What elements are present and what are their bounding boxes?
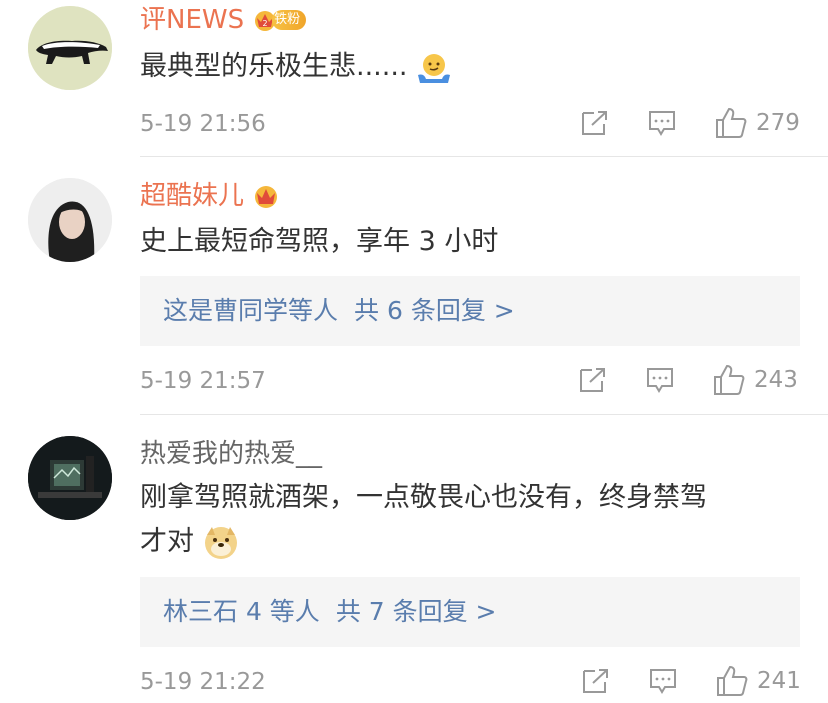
forward-button[interactable] [580,109,610,137]
reply-summary-text: 这是曹同学等人共 6 条回复 > [163,276,515,346]
reply-count-link[interactable]: 共 7 条回复 > [336,597,497,626]
comment-text-content: 最典型的乐极生悲...... [140,51,408,82]
avatar[interactable] [28,436,112,520]
doge-emoji-icon [204,526,237,559]
comment-button[interactable] [648,667,678,695]
forward-button[interactable] [581,667,611,695]
comment-button[interactable] [647,109,677,137]
avatar[interactable] [28,178,112,262]
crown-icon [255,186,278,208]
share-icon [580,368,605,392]
comment-icon [649,111,675,136]
reply-users: 林三石 4 等人 [163,597,320,626]
username[interactable]: 热爱我的热爱__ [140,438,322,470]
fan-badge: 铁粉 [272,10,307,30]
honey-badger-avatar-icon [28,6,112,90]
comment-text: 刚拿驾照就酒架，一点敬畏心也没有，终身禁驾 才对 [140,476,800,564]
comment-text-content: 才对 [140,526,194,557]
like-count: 243 [754,367,798,393]
timestamp: 5-19 21:22 [140,669,266,695]
like-count: 241 [757,668,801,694]
share-icon [582,111,607,135]
reply-summary-box[interactable]: 林三石 4 等人共 7 条回复 > [140,577,800,647]
comment-button[interactable] [645,366,675,394]
like-button[interactable]: 241 [715,664,801,698]
reply-summary-box[interactable]: 这是曹同学等人共 6 条回复 > [140,276,800,346]
timestamp: 5-19 21:56 [140,111,266,137]
vip-badge [252,182,280,210]
thumbs-up-icon [714,364,745,395]
svg-text:2: 2 [263,19,268,28]
like-button[interactable]: 243 [712,363,798,397]
user-photo-avatar-icon [28,178,112,262]
like-button[interactable]: 279 [714,106,800,140]
vip-badge: 2 铁粉 [252,8,307,32]
divider [140,156,828,157]
comment-text: 史上最短命驾照，享年 3 小时 [140,226,499,257]
comment-text-line-2: 才对 [140,520,800,564]
username[interactable]: 评NEWS [140,4,244,36]
thumbs-up-icon [717,665,748,696]
timestamp: 5-19 21:57 [140,368,266,394]
divider [140,414,828,415]
thumbs-up-icon [716,107,747,138]
shrug-emoji-icon [418,53,451,83]
night-scene-avatar-icon [28,436,112,520]
avatar[interactable] [28,6,112,90]
reply-summary-text: 林三石 4 等人共 7 条回复 > [163,577,497,647]
comment-text: 最典型的乐极生悲...... [140,45,800,89]
reply-users: 这是曹同学等人 [163,296,339,325]
like-count: 279 [756,110,800,136]
comment-icon [647,368,673,393]
comment-text-line: 刚拿驾照就酒架，一点敬畏心也没有，终身禁驾 [140,482,707,513]
username[interactable]: 超酷妹儿 [140,180,244,212]
forward-button[interactable] [578,366,608,394]
share-icon [583,669,608,693]
reply-count-link[interactable]: 共 6 条回复 > [354,296,515,325]
comment-icon [650,669,676,694]
